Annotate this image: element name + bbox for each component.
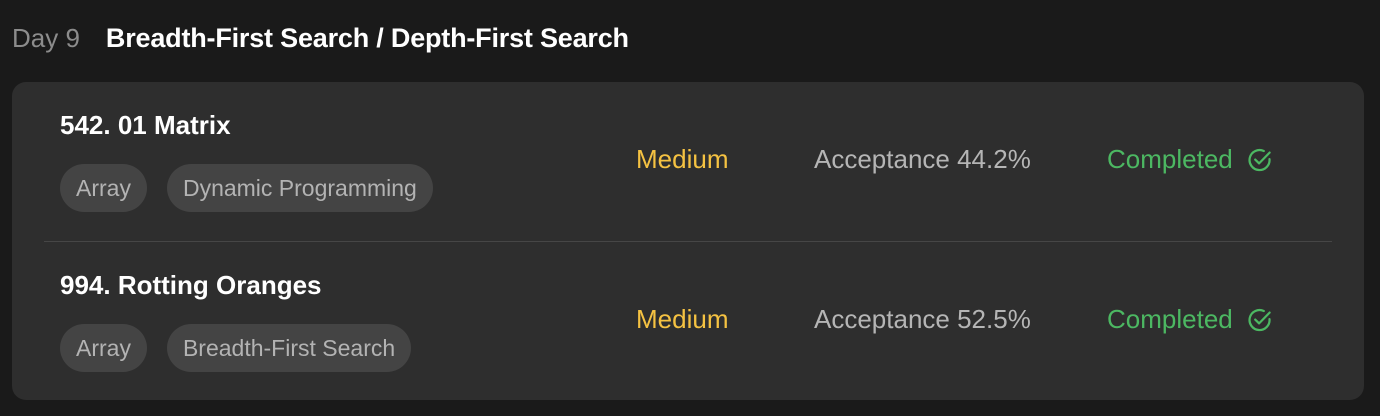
status-completed: Completed [1107, 304, 1273, 335]
check-circle-icon [1247, 307, 1273, 333]
section-title: Breadth-First Search / Depth-First Searc… [105, 22, 629, 53]
tag-chip[interactable]: Array [60, 324, 147, 372]
difficulty-label: Medium [636, 304, 729, 334]
status-label: Completed [1107, 304, 1233, 334]
difficulty-label: Medium [636, 144, 729, 174]
problem-title[interactable]: 542. 01 Matrix [60, 110, 231, 141]
tag-chip[interactable]: Array [60, 164, 147, 212]
check-circle-icon [1247, 147, 1273, 173]
status-completed: Completed [1107, 144, 1273, 175]
tag-list: Array Breadth-First Search [60, 324, 412, 372]
tag-chip[interactable]: Dynamic Programming [166, 164, 433, 212]
section-header: Day 9 Breadth-First Search / Depth-First… [12, 18, 629, 58]
problem-list-card: 542. 01 Matrix Array Dynamic Programming… [12, 82, 1364, 400]
acceptance-rate: Acceptance 44.2% [814, 144, 1031, 174]
problem-row[interactable]: 542. 01 Matrix Array Dynamic Programming… [12, 82, 1364, 242]
problem-row[interactable]: 994. Rotting Oranges Array Breadth-First… [12, 242, 1364, 400]
day-label: Day 9 [12, 22, 80, 53]
problem-title[interactable]: 994. Rotting Oranges [60, 270, 322, 301]
acceptance-rate: Acceptance 52.5% [814, 304, 1031, 334]
tag-list: Array Dynamic Programming [60, 164, 433, 212]
tag-chip[interactable]: Breadth-First Search [166, 324, 412, 372]
status-label: Completed [1107, 144, 1233, 174]
